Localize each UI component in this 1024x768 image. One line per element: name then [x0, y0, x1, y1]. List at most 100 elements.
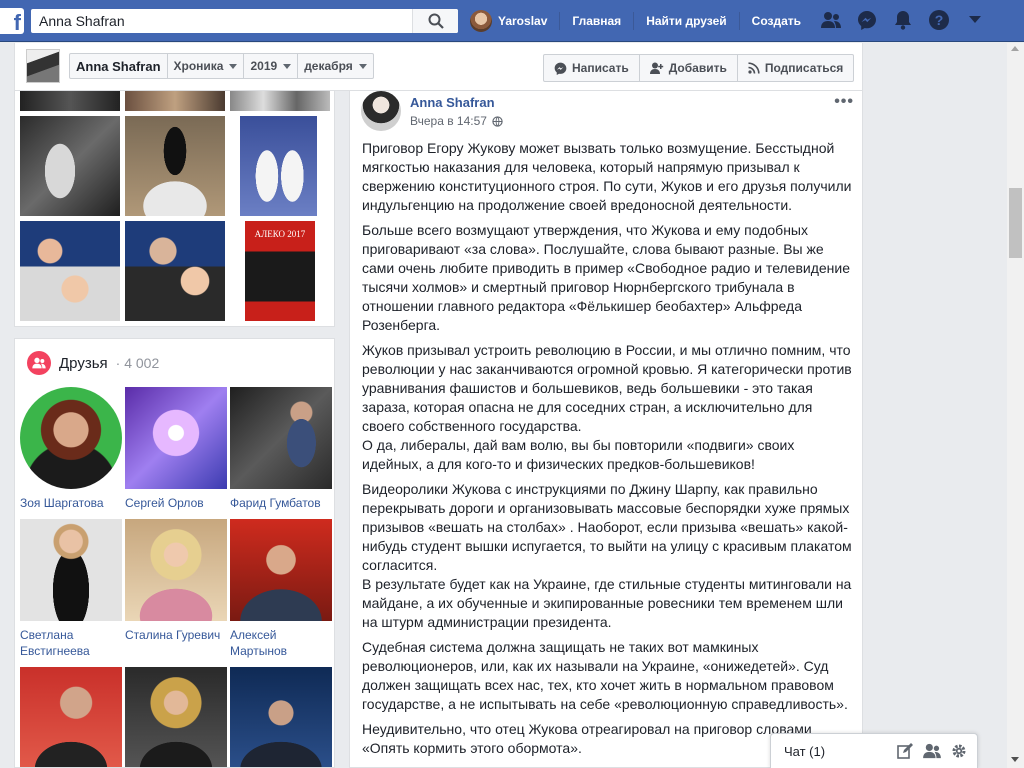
photo-thumbnail[interactable] — [230, 91, 330, 111]
home-link[interactable]: Главная — [572, 8, 633, 34]
post-paragraph: Видеоролики Жукова с инструкциями по Джи… — [362, 481, 852, 630]
chat-label[interactable]: Чат (1) — [784, 744, 825, 759]
post-author[interactable]: Anna Shafran — [410, 95, 495, 110]
breadcrumb-year[interactable]: 2019 — [244, 54, 299, 78]
add-friend-icon — [649, 62, 663, 74]
help-icon[interactable]: ? — [928, 9, 950, 31]
nav-divider — [559, 12, 561, 30]
notifications-icon[interactable] — [892, 9, 914, 31]
main-nav: Yaroslav Главная Найти друзей Создать — [470, 8, 813, 34]
breadcrumb-timeline-label: Хроника — [173, 59, 224, 73]
friend-card[interactable] — [20, 667, 122, 767]
friend-card[interactable]: Зоя Шаргатова — [20, 387, 122, 511]
breadcrumb-profile-name: Anna Shafran — [76, 58, 161, 74]
friend-name[interactable]: Фарид Гумбатов — [230, 495, 332, 511]
follow-label: Подписаться — [764, 61, 844, 75]
messenger-icon — [554, 62, 567, 75]
page-scrollbar[interactable] — [1007, 43, 1024, 768]
globe-icon[interactable] — [492, 115, 503, 127]
friend-card[interactable]: Светлана Евстигнеева — [20, 519, 122, 659]
friend-photo — [230, 667, 332, 767]
breadcrumb: Anna Shafran Хроника 2019 декабря — [69, 53, 374, 79]
profile-subheader: Anna Shafran Хроника 2019 декабря Написа… — [14, 43, 863, 91]
svg-text:?: ? — [935, 12, 944, 28]
post-author-avatar[interactable] — [361, 91, 401, 131]
breadcrumb-month[interactable]: декабря — [298, 54, 373, 78]
facebook-logo[interactable]: f — [0, 8, 24, 35]
photo-thumbnail[interactable] — [125, 221, 225, 321]
add-friend-button[interactable]: Добавить — [640, 55, 738, 81]
friends-icon[interactable] — [923, 743, 941, 759]
post-options-icon[interactable]: ••• — [834, 93, 854, 111]
friends-icon — [27, 351, 51, 375]
nav-divider — [633, 12, 635, 30]
friend-card[interactable]: Сергей Орлов — [125, 387, 227, 511]
breadcrumb-year-label: 2019 — [250, 59, 278, 73]
nav-divider — [738, 12, 740, 30]
friend-photo — [125, 667, 227, 767]
create-link[interactable]: Создать — [752, 8, 813, 34]
compose-icon[interactable] — [897, 743, 913, 759]
friend-name[interactable]: Светлана Евстигнеева — [20, 627, 122, 659]
friend-photo — [125, 387, 227, 489]
friend-photo — [20, 387, 122, 489]
profile-link[interactable]: Yaroslav — [470, 8, 559, 34]
chevron-down-icon — [283, 63, 292, 69]
friend-name[interactable]: Сергей Орлов — [125, 495, 227, 511]
friends-card: Друзья · 4 002 Зоя Шаргатова Сергей Орло… — [14, 338, 335, 768]
post-paragraph: Судебная система должна защищать не таки… — [362, 639, 848, 712]
scroll-up-arrow-icon[interactable] — [1011, 46, 1019, 51]
add-friend-label: Добавить — [668, 61, 727, 75]
post-timestamp[interactable]: Вчера в 14:57 — [410, 114, 487, 128]
search-box — [31, 9, 458, 33]
chat-bar[interactable]: Чат (1) — [770, 733, 978, 768]
search-button[interactable] — [412, 9, 458, 33]
friend-name[interactable]: Зоя Шаргатова — [20, 495, 122, 511]
friend-card[interactable]: Сталина Гуревич — [125, 519, 227, 643]
messenger-icon[interactable] — [856, 9, 878, 31]
menu-caret-icon[interactable] — [964, 9, 986, 31]
friend-name[interactable]: Алексей Мартынов — [230, 627, 332, 659]
message-button-label: Написать — [572, 61, 629, 75]
top-navigation-bar: f Yaroslav Главная Найти друзей Создать … — [0, 0, 1024, 42]
follow-button[interactable]: Подписаться — [738, 55, 853, 81]
gear-icon[interactable] — [951, 743, 967, 759]
friend-requests-icon[interactable] — [820, 9, 842, 31]
post-paragraph: Больше всего возмущают утверждения, что … — [362, 222, 851, 333]
find-friends-link[interactable]: Найти друзей — [646, 8, 738, 34]
friend-card[interactable]: Алексей Мартынов — [230, 519, 332, 659]
message-button[interactable]: Написать — [544, 55, 640, 81]
book-cover-title: АЛЕКО 2017 — [254, 229, 306, 239]
chevron-down-icon — [358, 63, 367, 69]
breadcrumb-profile[interactable]: Anna Shafran — [70, 54, 168, 78]
post-body: Приговор Егору Жукову может вызвать толь… — [362, 139, 854, 764]
photo-thumbnail[interactable] — [20, 221, 120, 321]
post-meta: Вчера в 14:57 — [410, 114, 503, 128]
friend-photo — [230, 519, 332, 621]
rss-icon — [748, 62, 760, 74]
friend-card[interactable]: Фарид Гумбатов — [230, 387, 332, 511]
friend-name[interactable]: Сталина Гуревич — [125, 627, 227, 643]
photo-thumbnail[interactable] — [240, 116, 317, 216]
friend-photo — [20, 519, 122, 621]
scroll-down-arrow-icon[interactable] — [1011, 757, 1019, 762]
photo-thumbnail[interactable] — [125, 116, 225, 216]
photo-thumbnail[interactable] — [20, 116, 120, 216]
photo-thumbnail[interactable] — [20, 91, 120, 111]
photo-thumbnail[interactable] — [125, 91, 225, 111]
book-cover[interactable]: АЛЕКО 2017 — [245, 221, 315, 321]
friends-header[interactable]: Друзья · 4 002 — [27, 351, 159, 375]
chat-icons — [897, 743, 967, 759]
profile-thumbnail[interactable] — [26, 49, 60, 83]
search-input[interactable] — [31, 9, 411, 33]
friends-title: Друзья — [59, 354, 108, 372]
friend-card[interactable] — [125, 667, 227, 767]
friend-card[interactable] — [230, 667, 332, 767]
chevron-down-icon — [229, 63, 238, 69]
post-paragraph: Приговор Егору Жукову может вызвать толь… — [362, 140, 852, 213]
photos-card: АЛЕКО 2017 — [14, 91, 335, 327]
breadcrumb-timeline[interactable]: Хроника — [168, 54, 245, 78]
profile-name: Yaroslav — [498, 14, 548, 28]
scrollbar-thumb[interactable] — [1009, 188, 1022, 258]
profile-actions: Написать Добавить Подписаться — [543, 54, 855, 82]
